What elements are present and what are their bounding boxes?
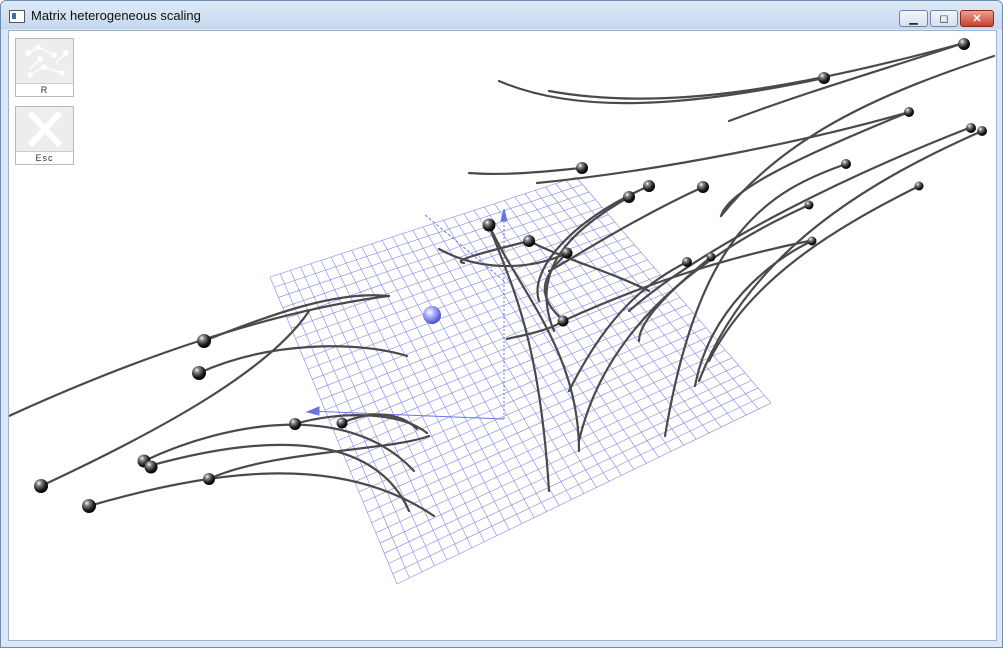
control-point[interactable] (804, 200, 814, 210)
curve-strand (577, 203, 811, 443)
center-handle[interactable] (423, 306, 441, 324)
control-point[interactable] (144, 460, 158, 474)
control-point[interactable] (966, 123, 976, 133)
control-point[interactable] (523, 235, 535, 247)
curve-strand (87, 472, 436, 518)
grid-line (555, 183, 747, 416)
control-points[interactable] (34, 38, 987, 513)
grid-line (396, 402, 772, 585)
close-button[interactable]: ✕ (960, 10, 994, 27)
window-title: Matrix heterogeneous scaling (31, 8, 201, 23)
control-point[interactable] (289, 418, 301, 430)
app-icon (9, 10, 25, 23)
control-point[interactable] (697, 181, 709, 193)
curve-strand (707, 184, 921, 363)
grid-line (388, 387, 759, 564)
axis-y-arrow (500, 208, 508, 222)
grid-line (371, 357, 733, 523)
grid-line (367, 349, 726, 513)
control-point[interactable] (197, 334, 211, 348)
control-point[interactable] (482, 218, 496, 232)
control-point[interactable] (818, 72, 830, 84)
curve-strand (202, 294, 391, 343)
grid-line (384, 380, 752, 554)
minimize-button[interactable]: ▁ (899, 10, 928, 27)
control-point[interactable] (576, 162, 588, 174)
curve-strand (535, 110, 911, 185)
3d-scene[interactable] (9, 31, 996, 640)
control-point[interactable] (807, 236, 817, 246)
curve-strand (197, 345, 409, 375)
close-x-icon (27, 110, 63, 148)
control-point[interactable] (336, 417, 348, 429)
control-point[interactable] (623, 191, 635, 203)
maximize-button[interactable]: ◻ (930, 10, 958, 27)
control-point[interactable] (977, 126, 987, 136)
app-window: Matrix heterogeneous scaling ▁ ◻ ✕ R Esc (0, 0, 1003, 648)
control-point[interactable] (192, 366, 206, 380)
control-point[interactable] (958, 38, 970, 50)
curve-strand (207, 434, 431, 481)
control-point[interactable] (203, 473, 215, 485)
control-point[interactable] (34, 479, 48, 493)
grid-line (443, 220, 610, 482)
curve-strand (497, 76, 826, 105)
control-point[interactable] (904, 107, 914, 117)
grid-line (337, 297, 681, 442)
control-point[interactable] (82, 499, 96, 513)
control-point[interactable] (706, 252, 716, 262)
title-bar[interactable]: Matrix heterogeneous scaling ▁ ◻ ✕ (1, 1, 1002, 29)
curve-strand (719, 54, 996, 218)
grid-line (350, 319, 700, 472)
grid-line (392, 395, 765, 575)
curve-strand (9, 294, 391, 418)
curve-strand (693, 239, 814, 388)
control-point[interactable] (561, 247, 573, 259)
scatter-nodes-icon (25, 44, 69, 78)
curve-strand (467, 166, 584, 176)
curve-strand (147, 443, 411, 513)
exit-label: Esc (16, 151, 73, 164)
control-point[interactable] (643, 180, 655, 192)
curve-strand (727, 41, 966, 123)
control-point[interactable] (841, 159, 851, 169)
control-point[interactable] (682, 257, 692, 267)
axis-x-arrow (305, 406, 320, 416)
curve-strand (293, 414, 429, 435)
control-point[interactable] (914, 181, 924, 191)
reset-button[interactable]: R (15, 38, 74, 97)
control-point[interactable] (557, 315, 569, 327)
viewport[interactable]: R Esc (8, 30, 997, 641)
exit-button[interactable]: Esc (15, 106, 74, 165)
reset-label: R (16, 83, 73, 96)
curve-strand (663, 162, 848, 438)
